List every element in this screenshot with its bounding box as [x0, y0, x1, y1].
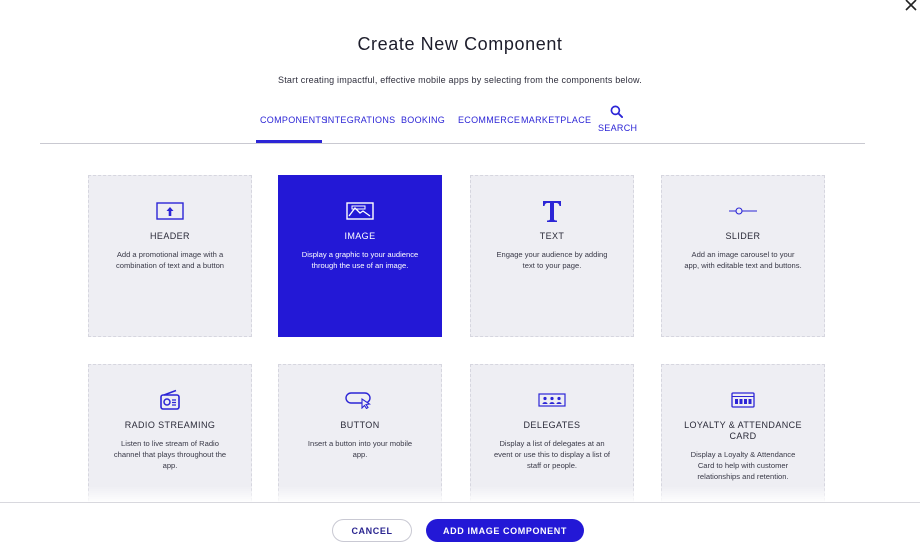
tab-label: SEARCH [598, 123, 638, 133]
dialog-title: Create New Component [357, 34, 563, 54]
footer-fade [0, 486, 920, 502]
card-description: Insert a button into your mobile app. [307, 439, 413, 459]
card-description: Display a graphic to your audience throu… [301, 250, 419, 270]
component-card-image[interactable]: IMAGE Display a graphic to your audience… [278, 175, 442, 337]
close-icon [905, 0, 917, 11]
close-button[interactable] [904, 0, 920, 14]
header-icon [89, 200, 251, 222]
card-description: Listen to live stream of Radio channel t… [113, 439, 227, 470]
card-title: HEADER [150, 231, 190, 241]
card-title: BUTTON [340, 420, 380, 430]
radio-icon [89, 389, 251, 411]
card-description: Engage your audience by adding text to y… [496, 250, 608, 270]
dialog-subtitle: Start creating impactful, effective mobi… [278, 75, 642, 85]
loyalty-card-icon [662, 389, 824, 411]
card-title: TEXT [539, 231, 565, 241]
tabs-divider [40, 143, 865, 144]
card-description: Add an image carousel to your app, with … [684, 250, 802, 270]
component-card-slider[interactable]: SLIDER Add an image carousel to your app… [661, 175, 825, 337]
card-description: Display a list of delegates at an event … [493, 439, 611, 470]
tab-label: INTEGRATIONS [325, 115, 396, 125]
tab-label: BOOKING [401, 115, 446, 125]
tab-label: ECOMMERCE [458, 115, 521, 125]
card-description: Add a promotional image with a combinati… [115, 250, 225, 270]
image-icon [279, 200, 441, 222]
card-title: IMAGE [344, 231, 376, 241]
tab-label: MARKETPLACE [521, 115, 592, 125]
dialog-footer: CANCEL ADD IMAGE COMPONENT [0, 502, 920, 548]
category-tabs: COMPONENTS INTEGRATIONS BOOKING ECOMMERC… [0, 105, 920, 145]
card-title: SLIDER [725, 231, 761, 241]
delegates-icon [471, 389, 633, 411]
button-icon [279, 389, 441, 411]
card-description: Display a Loyalty & Attendance Card to h… [690, 450, 796, 481]
tab-search[interactable]: SEARCH [598, 105, 638, 133]
card-title: RADIO STREAMING [124, 420, 216, 430]
text-icon [471, 200, 633, 222]
card-title: LOYALTY & ATTENDANCE CARD [684, 420, 802, 441]
cancel-button[interactable]: CANCEL [332, 519, 412, 542]
tab-label: COMPONENTS [260, 115, 328, 125]
add-component-button[interactable]: ADD IMAGE COMPONENT [426, 519, 584, 542]
slider-icon [662, 200, 824, 222]
search-icon [610, 105, 623, 118]
component-card-header[interactable]: HEADER Add a promotional image with a co… [88, 175, 252, 337]
component-card-text[interactable]: TEXT Engage your audience by adding text… [470, 175, 634, 337]
card-title: DELEGATES [523, 420, 581, 430]
